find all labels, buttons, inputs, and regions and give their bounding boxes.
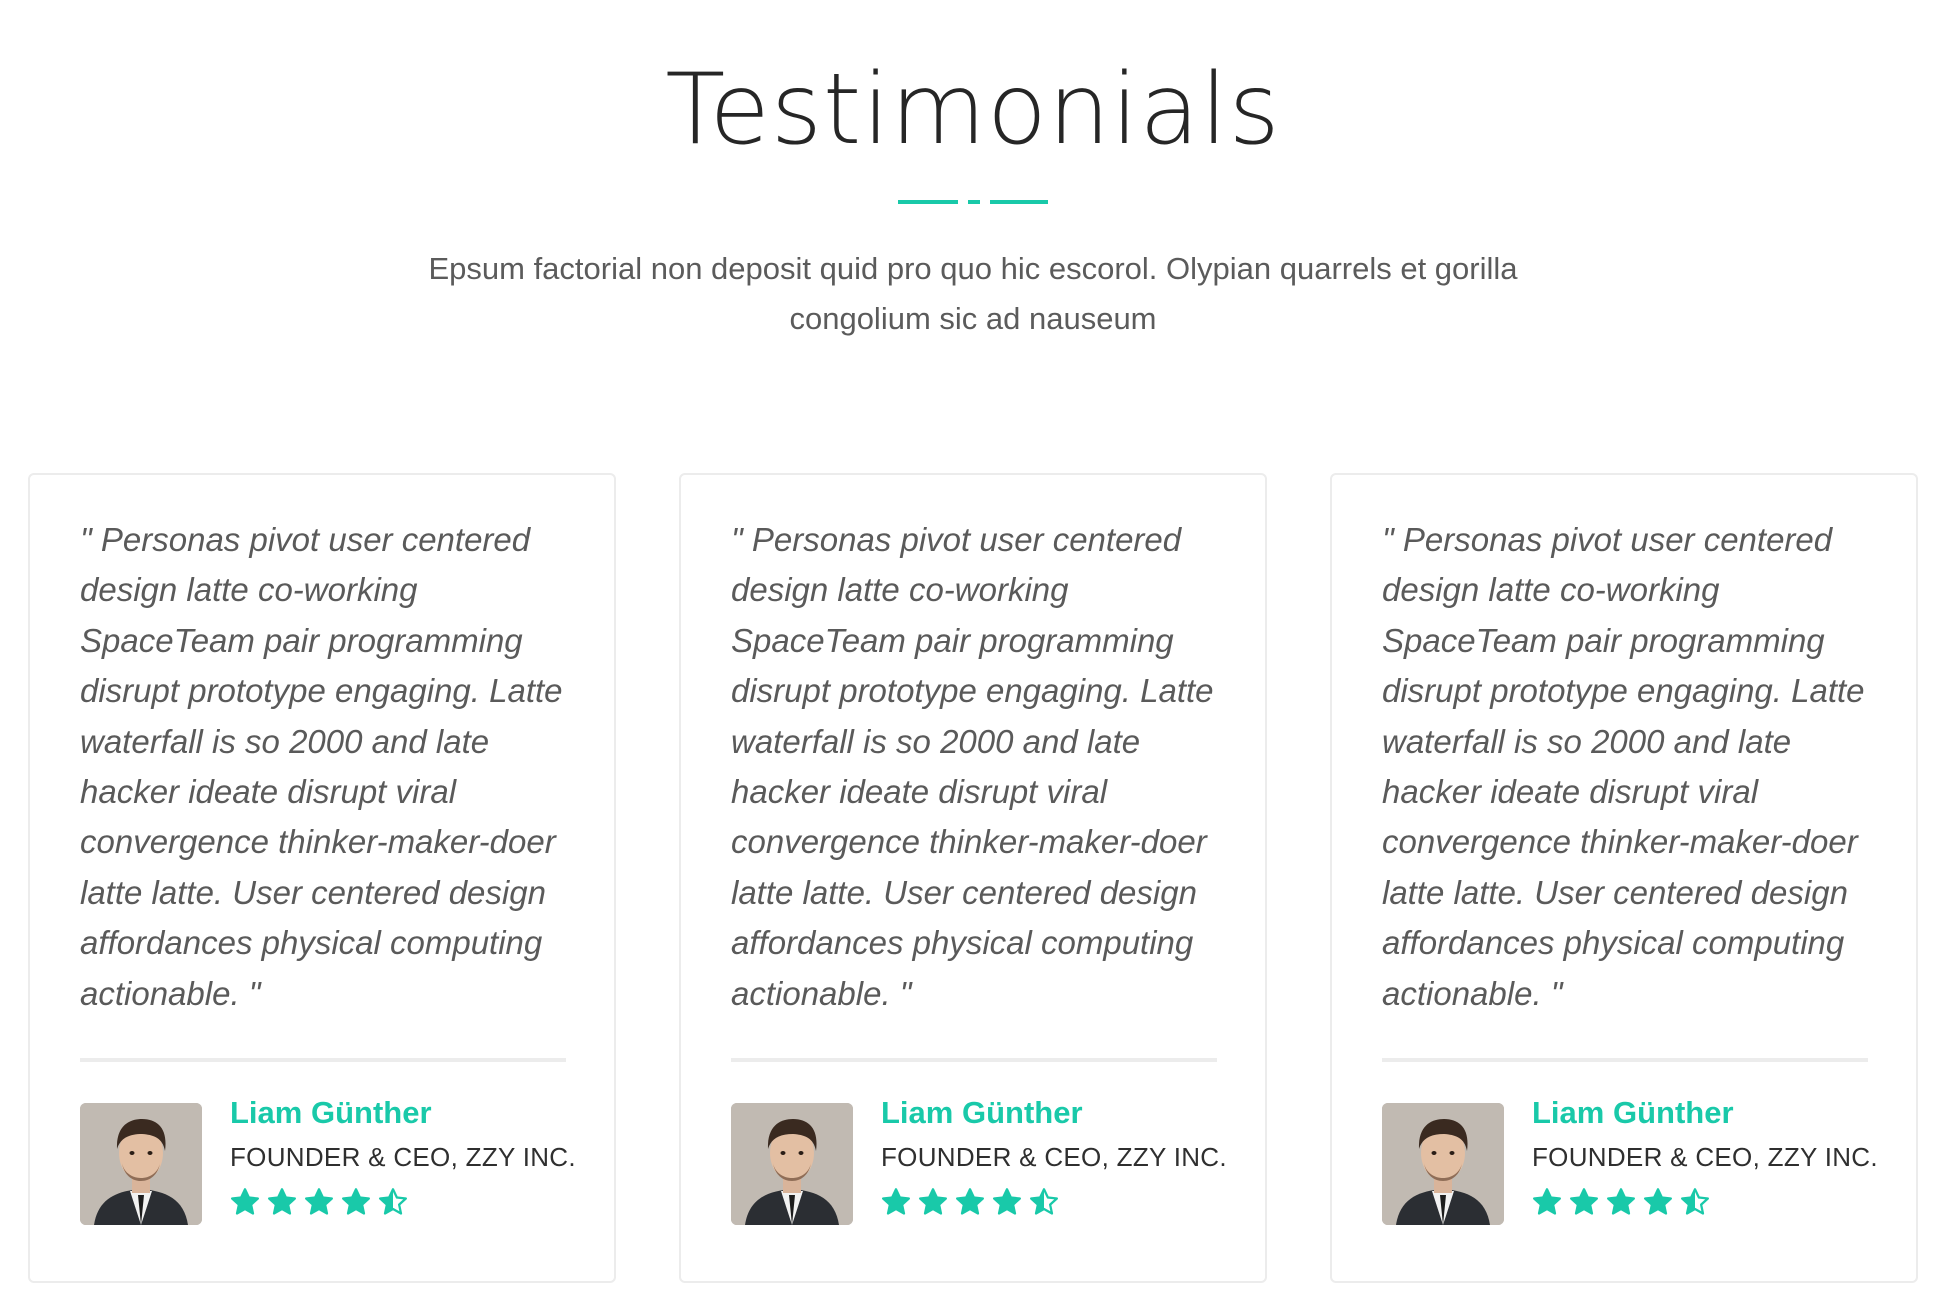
person-photo-icon — [80, 1103, 202, 1225]
star-full-icon — [1607, 1188, 1635, 1215]
avatar — [1382, 1103, 1504, 1225]
card-divider — [731, 1058, 1217, 1062]
card-divider — [80, 1058, 566, 1062]
star-rating — [230, 1187, 408, 1219]
testimonial-card: " Personas pivot user centered design la… — [28, 473, 616, 1283]
star-full-icon — [919, 1188, 947, 1215]
avatar — [80, 1103, 202, 1225]
section-subtitle: Epsum factorial non deposit quid pro quo… — [428, 251, 1518, 336]
testimonial-quote: " Personas pivot user centered design la… — [731, 521, 1214, 1012]
author-role: FOUNDER & CEO, ZZY INC. — [1532, 1142, 1878, 1172]
star-full-icon — [268, 1188, 296, 1215]
star-full-icon — [231, 1188, 259, 1215]
star-full-icon — [993, 1188, 1021, 1215]
person-photo-icon — [1382, 1103, 1504, 1225]
star-full-icon — [342, 1188, 370, 1215]
testimonial-card: " Personas pivot user centered design la… — [1330, 473, 1918, 1283]
author-name: Liam Günther — [1532, 1095, 1734, 1130]
star-half-icon — [1030, 1188, 1058, 1215]
card-divider — [1382, 1058, 1868, 1062]
star-half-icon — [379, 1188, 407, 1215]
author-role: FOUNDER & CEO, ZZY INC. — [230, 1142, 576, 1172]
star-full-icon — [1644, 1188, 1672, 1215]
testimonial-quote: " Personas pivot user centered design la… — [1382, 521, 1865, 1012]
divider-segment — [968, 200, 980, 204]
testimonial-card: " Personas pivot user centered design la… — [679, 473, 1267, 1283]
divider-segment — [898, 200, 958, 204]
person-photo-icon — [731, 1103, 853, 1225]
star-full-icon — [1533, 1188, 1561, 1215]
testimonials-section: Testimonials Epsum factorial non deposit… — [0, 0, 1946, 1306]
author-name: Liam Günther — [230, 1095, 432, 1130]
star-full-icon — [305, 1188, 333, 1215]
star-full-icon — [1570, 1188, 1598, 1215]
testimonial-quote: " Personas pivot user centered design la… — [80, 521, 563, 1012]
star-rating — [1532, 1187, 1710, 1219]
star-full-icon — [956, 1188, 984, 1215]
author-name: Liam Günther — [881, 1095, 1083, 1130]
star-rating — [881, 1187, 1059, 1219]
divider-segment — [990, 200, 1048, 204]
star-full-icon — [882, 1188, 910, 1215]
title-divider — [898, 200, 1048, 204]
author-role: FOUNDER & CEO, ZZY INC. — [881, 1142, 1227, 1172]
avatar — [731, 1103, 853, 1225]
section-title: Testimonials — [665, 53, 1281, 167]
star-half-icon — [1681, 1188, 1709, 1215]
